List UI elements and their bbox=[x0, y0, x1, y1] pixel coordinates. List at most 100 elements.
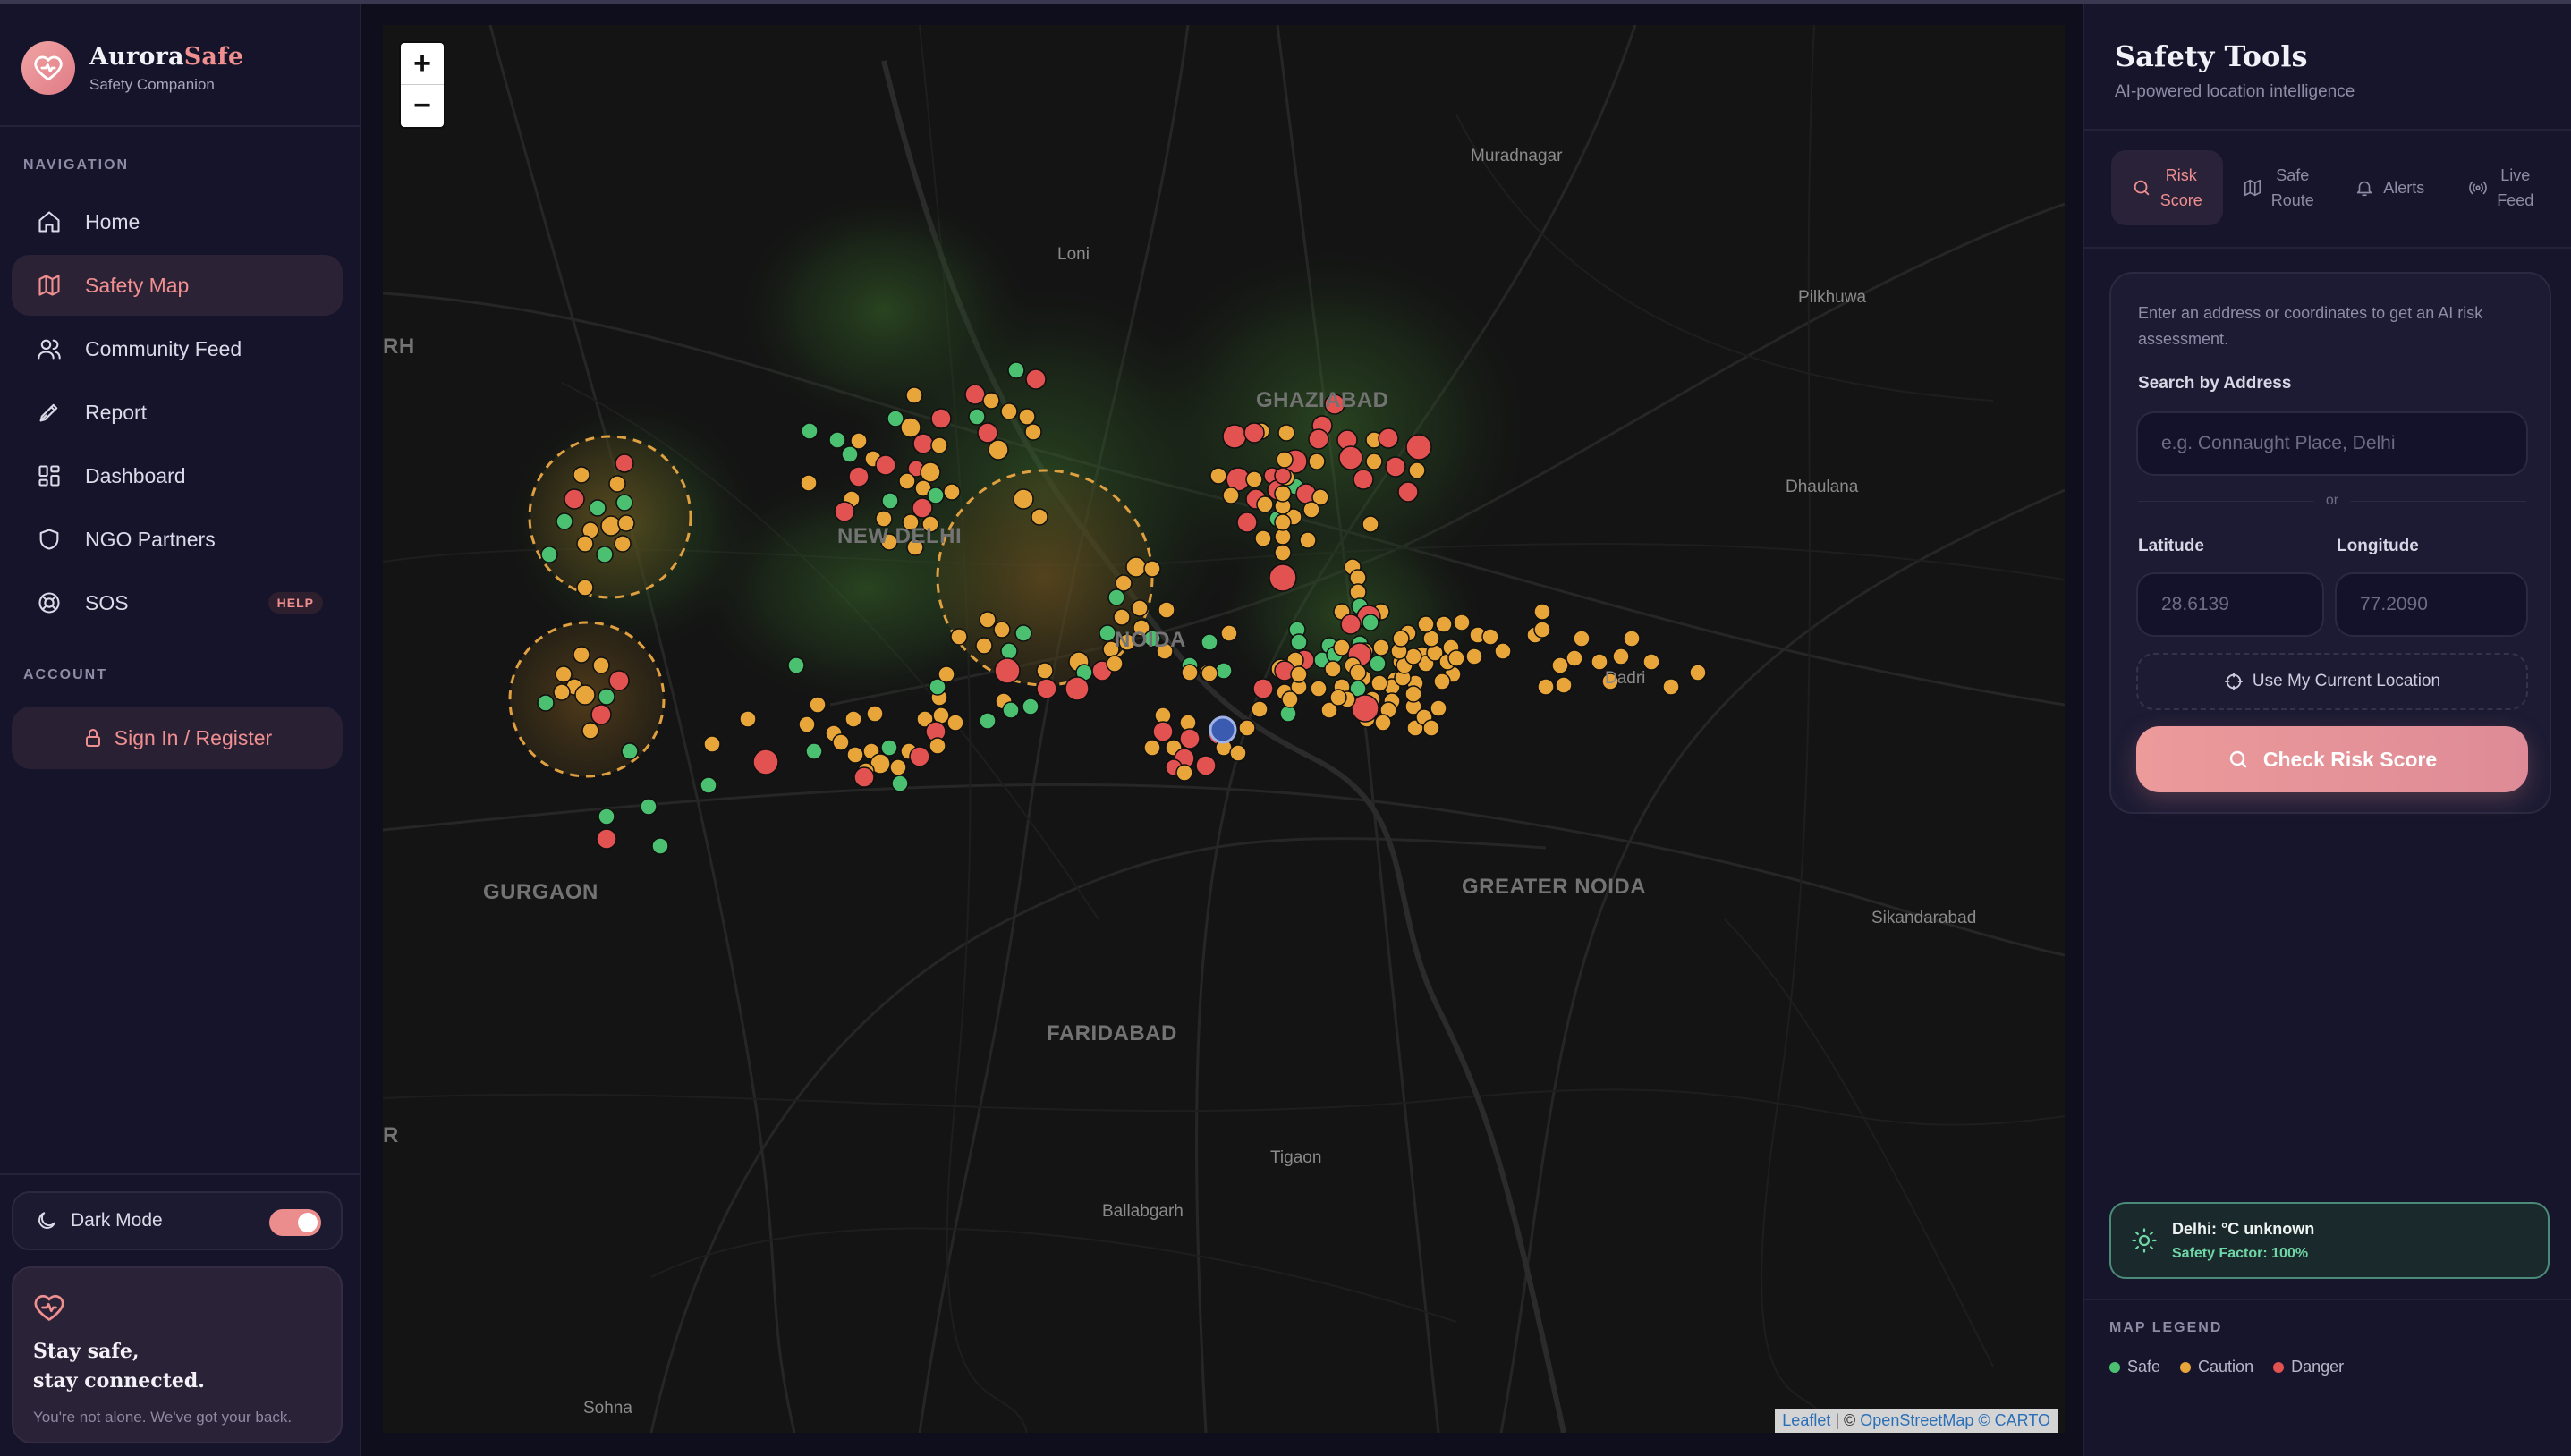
danger-marker[interactable] bbox=[977, 422, 998, 444]
danger-marker[interactable] bbox=[1252, 678, 1274, 699]
caution-marker[interactable] bbox=[1447, 649, 1465, 667]
safe-marker[interactable] bbox=[880, 739, 898, 757]
safe-marker[interactable] bbox=[787, 656, 805, 674]
danger-marker[interactable] bbox=[1308, 428, 1329, 450]
zoom-in-button[interactable]: + bbox=[401, 43, 444, 85]
safe-marker[interactable] bbox=[589, 499, 607, 517]
caution-marker[interactable] bbox=[900, 417, 921, 438]
danger-marker[interactable] bbox=[1378, 427, 1399, 449]
caution-marker[interactable] bbox=[1181, 664, 1199, 681]
tab-live-feed[interactable]: Live Feed bbox=[2446, 150, 2558, 225]
danger-marker[interactable] bbox=[875, 454, 896, 476]
safety-map[interactable]: + − Muradnagar Loni Pilkhuwa GHAZIABAD N… bbox=[383, 25, 2065, 1433]
safe-marker[interactable] bbox=[700, 776, 717, 794]
caution-marker[interactable] bbox=[614, 535, 632, 553]
nav-item-home[interactable]: Home bbox=[12, 191, 343, 252]
safe-marker[interactable] bbox=[1099, 624, 1116, 642]
caution-marker[interactable] bbox=[600, 515, 622, 537]
caution-marker[interactable] bbox=[1404, 685, 1422, 703]
caution-marker[interactable] bbox=[1220, 624, 1238, 642]
caution-marker[interactable] bbox=[1333, 639, 1351, 656]
caution-marker[interactable] bbox=[1125, 556, 1147, 578]
caution-marker[interactable] bbox=[1274, 544, 1292, 562]
caution-marker[interactable] bbox=[1372, 639, 1390, 656]
brand[interactable]: AuroraSafe Safety Companion bbox=[21, 41, 243, 95]
safe-marker[interactable] bbox=[556, 512, 573, 530]
zoom-out-button[interactable]: − bbox=[401, 85, 444, 127]
caution-marker[interactable] bbox=[1238, 719, 1256, 737]
caution-marker[interactable] bbox=[1290, 665, 1308, 683]
caution-marker[interactable] bbox=[576, 579, 594, 597]
danger-marker[interactable] bbox=[590, 704, 612, 725]
caution-marker[interactable] bbox=[553, 683, 571, 701]
danger-marker[interactable] bbox=[608, 670, 630, 691]
danger-marker[interactable] bbox=[1222, 424, 1247, 449]
caution-marker[interactable] bbox=[1036, 662, 1054, 680]
caution-marker[interactable] bbox=[1349, 664, 1367, 681]
caution-marker[interactable] bbox=[1533, 621, 1551, 639]
danger-marker[interactable] bbox=[752, 749, 779, 775]
danger-marker[interactable] bbox=[1405, 434, 1432, 461]
caution-marker[interactable] bbox=[975, 637, 993, 655]
safe-marker[interactable] bbox=[1290, 633, 1308, 651]
caution-marker[interactable] bbox=[1131, 599, 1149, 617]
caution-marker[interactable] bbox=[1689, 664, 1707, 681]
tab-risk-score[interactable]: Risk Score bbox=[2111, 150, 2223, 225]
safe-marker[interactable] bbox=[1000, 642, 1018, 660]
caution-marker[interactable] bbox=[946, 714, 964, 732]
caution-marker[interactable] bbox=[1433, 673, 1451, 690]
danger-marker[interactable] bbox=[564, 488, 585, 510]
danger-marker[interactable] bbox=[596, 828, 617, 850]
caution-marker[interactable] bbox=[1179, 714, 1197, 732]
danger-marker[interactable] bbox=[1274, 467, 1292, 485]
caution-marker[interactable] bbox=[1115, 574, 1133, 592]
caution-marker[interactable] bbox=[592, 656, 610, 674]
caution-marker[interactable] bbox=[1537, 678, 1555, 696]
caution-marker[interactable] bbox=[1494, 642, 1512, 660]
safe-marker[interactable] bbox=[1022, 698, 1039, 715]
safe-marker[interactable] bbox=[881, 492, 899, 510]
danger-marker[interactable] bbox=[1338, 445, 1363, 470]
caution-marker[interactable] bbox=[889, 758, 907, 776]
caution-marker[interactable] bbox=[950, 628, 968, 646]
caution-marker[interactable] bbox=[1465, 648, 1483, 665]
caution-marker[interactable] bbox=[1143, 560, 1161, 578]
caution-marker[interactable] bbox=[1374, 714, 1392, 732]
caution-marker[interactable] bbox=[1566, 649, 1583, 667]
caution-marker[interactable] bbox=[1612, 648, 1630, 665]
leaflet-link[interactable]: Leaflet bbox=[1782, 1411, 1830, 1429]
use-current-location-button[interactable]: Use My Current Location bbox=[2136, 653, 2528, 710]
danger-marker[interactable] bbox=[1340, 614, 1362, 635]
caution-marker[interactable] bbox=[979, 611, 997, 629]
danger-marker[interactable] bbox=[930, 408, 952, 429]
signin-button[interactable]: Sign In / Register bbox=[12, 707, 343, 769]
danger-marker[interactable] bbox=[853, 766, 875, 788]
osm-link[interactable]: OpenStreetMap bbox=[1860, 1411, 1973, 1429]
caution-marker[interactable] bbox=[943, 483, 961, 501]
nav-item-ngo-partners[interactable]: NGO Partners bbox=[12, 509, 343, 570]
caution-marker[interactable] bbox=[993, 621, 1011, 639]
caution-marker[interactable] bbox=[617, 514, 635, 532]
caution-marker[interactable] bbox=[800, 474, 818, 492]
caution-marker[interactable] bbox=[1256, 495, 1274, 513]
caution-marker[interactable] bbox=[1229, 744, 1247, 762]
nav-item-report[interactable]: Report bbox=[12, 382, 343, 443]
danger-marker[interactable] bbox=[909, 746, 930, 767]
caution-marker[interactable] bbox=[1281, 690, 1299, 708]
danger-marker[interactable] bbox=[1036, 678, 1057, 699]
caution-marker[interactable] bbox=[1299, 531, 1317, 549]
caution-marker[interactable] bbox=[1573, 630, 1591, 648]
caution-marker[interactable] bbox=[920, 461, 941, 483]
caution-marker[interactable] bbox=[1302, 501, 1320, 519]
safe-marker[interactable] bbox=[1279, 705, 1297, 723]
check-risk-score-button[interactable]: Check Risk Score bbox=[2136, 726, 2528, 792]
safe-marker[interactable] bbox=[651, 837, 669, 855]
danger-marker[interactable] bbox=[834, 501, 855, 522]
nav-item-safety-map[interactable]: Safety Map bbox=[12, 255, 343, 316]
longitude-input[interactable]: 77.2090 bbox=[2335, 572, 2528, 637]
caution-marker[interactable] bbox=[573, 646, 590, 664]
caution-marker[interactable] bbox=[1031, 508, 1048, 526]
caution-marker[interactable] bbox=[982, 392, 1000, 410]
caution-marker[interactable] bbox=[832, 733, 850, 751]
caution-marker[interactable] bbox=[1362, 515, 1379, 533]
